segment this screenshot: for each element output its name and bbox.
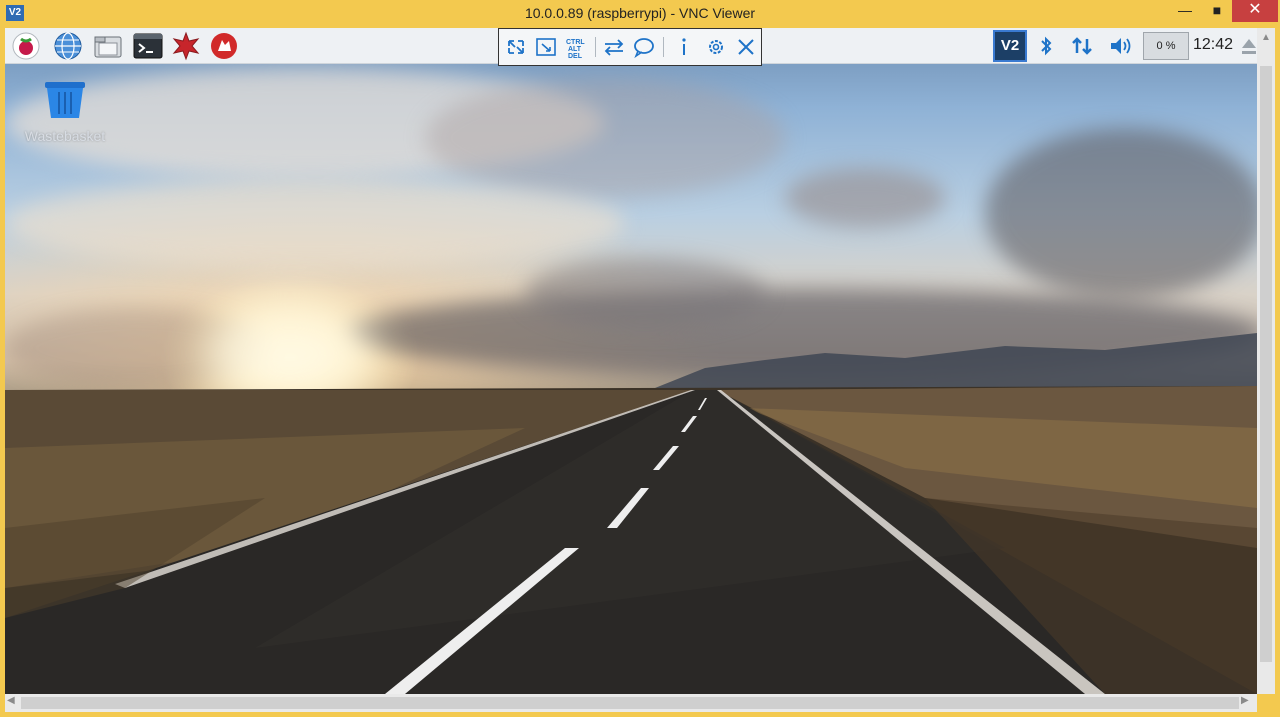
svg-text:DEL: DEL xyxy=(568,53,583,59)
vnc-toolbar: CTRL ALT DEL xyxy=(498,28,762,66)
desktop-wallpaper[interactable]: Wastebasket xyxy=(5,28,1257,694)
toolbar-separator xyxy=(663,37,664,57)
mathematica-icon[interactable] xyxy=(171,31,201,61)
title-bar[interactable]: V2 10.0.0.89 (raspberrypi) - VNC Viewer … xyxy=(0,0,1280,28)
web-browser-icon[interactable] xyxy=(53,31,83,61)
road-landscape xyxy=(5,333,1257,694)
scroll-left-arrow-icon[interactable]: ◀ xyxy=(7,695,21,711)
cpu-usage-meter: 0 % xyxy=(1143,32,1189,60)
transfer-files-icon[interactable] xyxy=(601,35,627,59)
network-icon[interactable] xyxy=(1069,33,1095,59)
terminal-icon[interactable] xyxy=(133,31,163,61)
wolfram-icon[interactable] xyxy=(209,31,239,61)
horizontal-scrollbar[interactable]: ◀ ▶ xyxy=(5,694,1257,712)
scroll-right-arrow-icon[interactable]: ▶ xyxy=(1241,695,1255,711)
fullscreen-icon[interactable] xyxy=(503,35,529,59)
vnc-viewer-window: V2 10.0.0.89 (raspberrypi) - VNC Viewer … xyxy=(0,0,1280,717)
window-title: 10.0.0.89 (raspberrypi) - VNC Viewer xyxy=(524,5,756,21)
svg-text:CTRL: CTRL xyxy=(566,39,585,46)
svg-text:ALT: ALT xyxy=(568,46,582,53)
clock[interactable]: 12:42 xyxy=(1193,36,1233,54)
toolbar-separator xyxy=(595,37,596,57)
raspberry-menu-icon[interactable] xyxy=(11,31,41,61)
trash-icon xyxy=(45,82,85,118)
scale-icon[interactable] xyxy=(533,35,559,59)
remote-desktop-viewport[interactable]: Wastebasket V2 0 % 12:42 CTRL ALT DEL xyxy=(5,28,1257,694)
vertical-scroll-thumb[interactable] xyxy=(1260,66,1272,662)
minimize-button[interactable]: — xyxy=(1170,0,1200,22)
vnc-server-tray-icon[interactable]: V2 xyxy=(993,30,1027,62)
scroll-up-arrow-icon[interactable]: ▲ xyxy=(1257,32,1275,48)
wastebasket-label: Wastebasket xyxy=(24,128,106,144)
bluetooth-icon[interactable] xyxy=(1033,33,1059,59)
wastebasket-desktop-icon[interactable]: Wastebasket xyxy=(17,78,113,148)
file-manager-icon[interactable] xyxy=(93,31,123,61)
ctrl-alt-del-icon[interactable]: CTRL ALT DEL xyxy=(563,35,589,60)
disconnect-close-icon[interactable] xyxy=(733,35,759,59)
volume-icon[interactable] xyxy=(1107,33,1133,59)
properties-gear-icon[interactable] xyxy=(703,35,729,59)
maximize-button[interactable]: ■ xyxy=(1202,0,1232,22)
chat-icon[interactable] xyxy=(631,35,657,59)
vertical-scrollbar[interactable]: ▲ xyxy=(1257,28,1275,694)
info-icon[interactable] xyxy=(671,35,697,59)
horizontal-scroll-thumb[interactable] xyxy=(21,697,1239,709)
close-button[interactable]: ✕ xyxy=(1232,0,1278,22)
eject-icon[interactable] xyxy=(1241,35,1257,59)
